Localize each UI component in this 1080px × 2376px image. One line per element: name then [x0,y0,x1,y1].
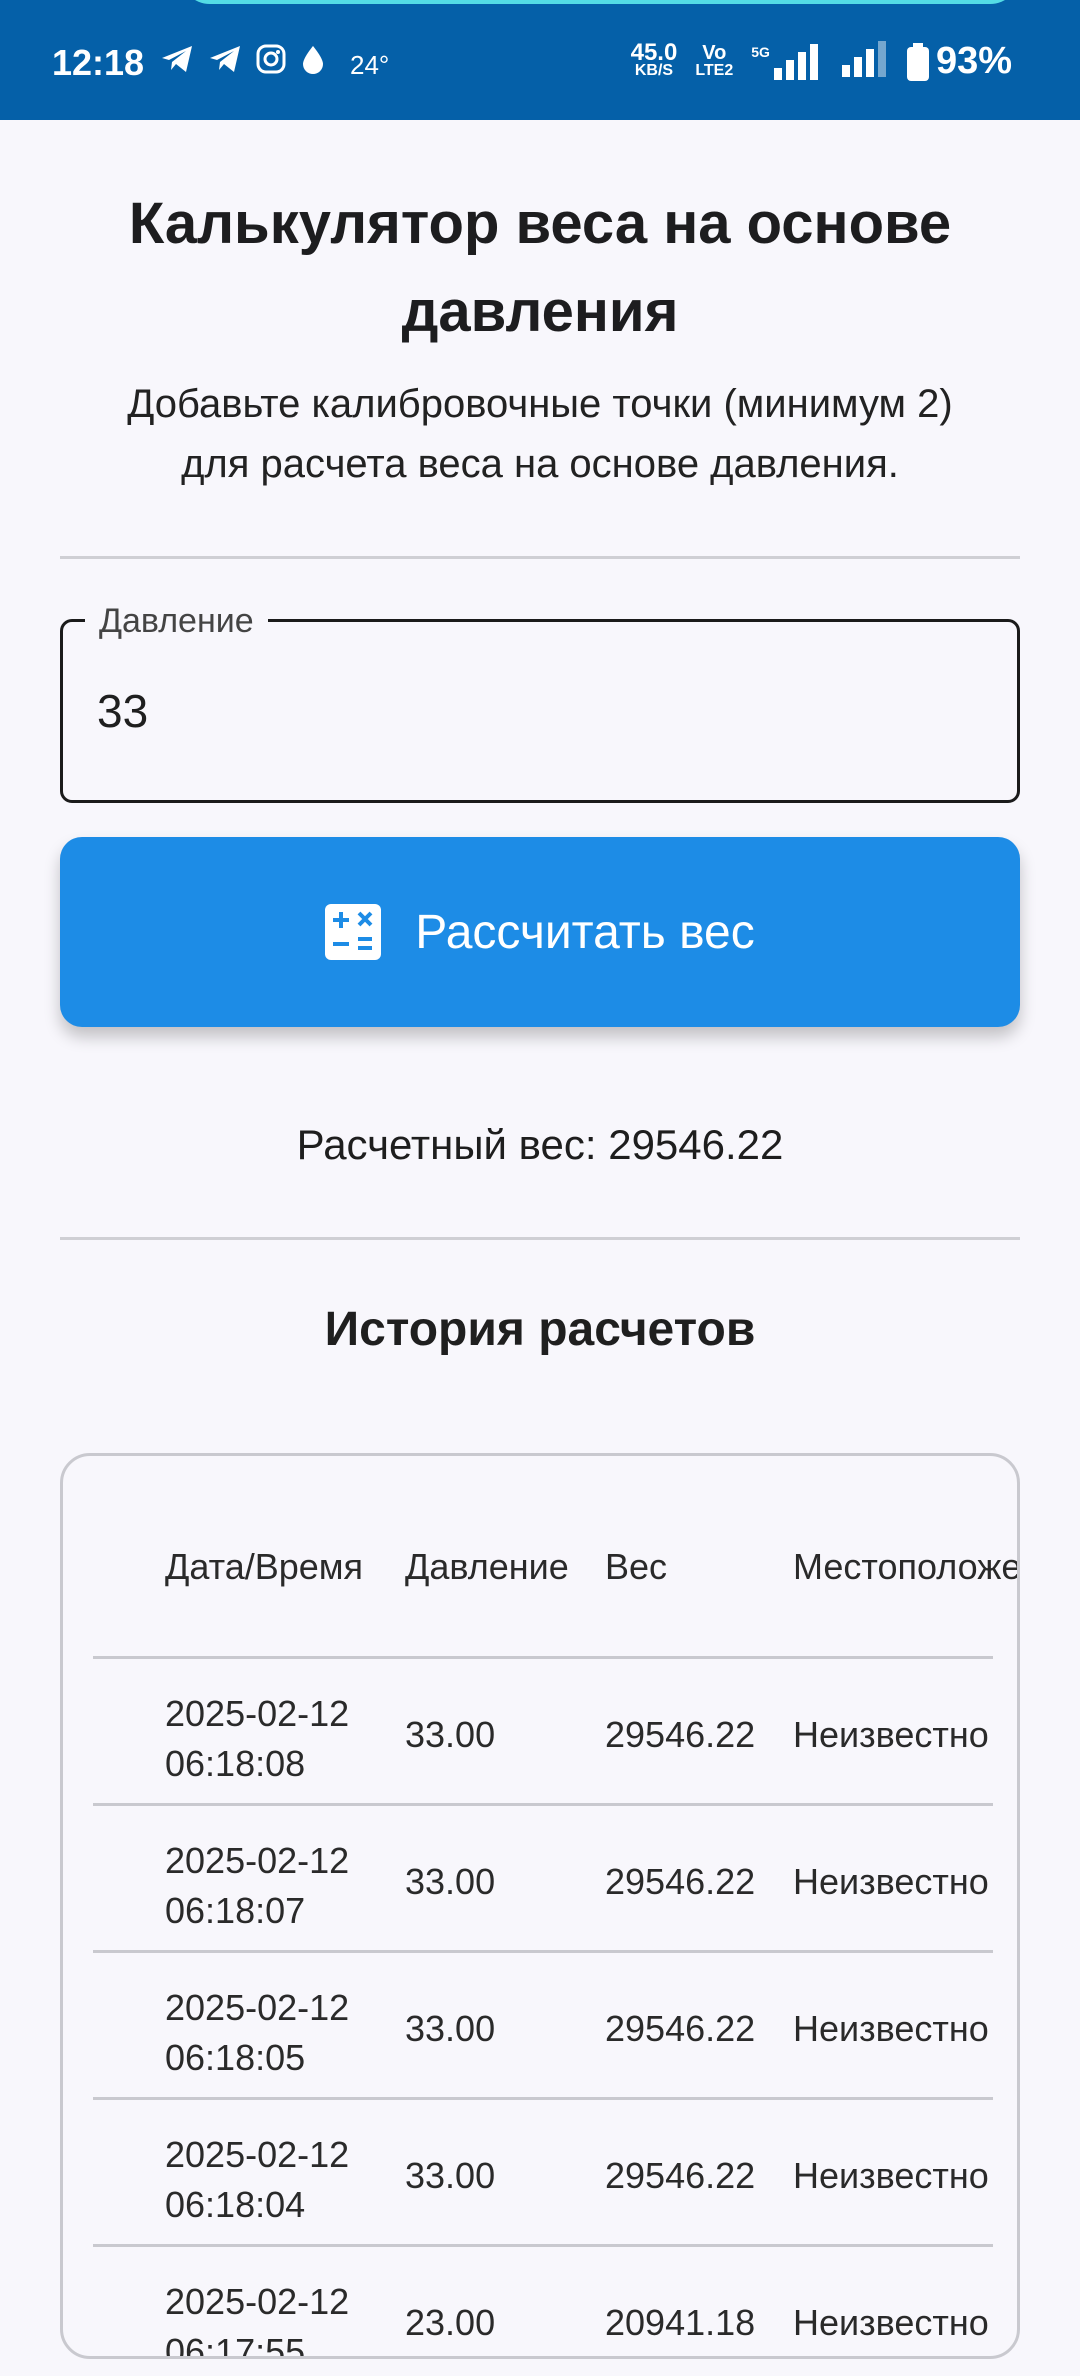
column-header-weight: Вес [605,1546,668,1587]
cell-datetime: 2025-02-12 06:18:08 [165,1689,349,1789]
table-row[interactable]: 2025-02-12 06:18:08 33.00 29546.22 Неизве… [93,1659,993,1806]
cell-date: 2025-02-12 [165,1987,350,2028]
calculator-icon [325,904,382,960]
pressure-input[interactable] [97,684,957,738]
history-table[interactable]: Дата/Время Давление Вес Местоположе 2025… [60,1453,1020,2359]
cell-pressure: 33.00 [405,1861,496,1902]
cell-pressure: 23.00 [405,2302,496,2343]
cell-datetime: 2025-02-12 06:18:04 [165,2130,349,2230]
page-subtitle: Добавьте калибровочные точки (минимум 2)… [60,374,1020,494]
instagram-icon [256,44,286,74]
cell-date: 2025-02-12 [165,2134,350,2175]
status-time: 12:18 [52,42,145,83]
cell-pressure: 33.00 [405,1714,496,1755]
cell-pressure: 33.00 [405,2155,496,2196]
cell-weight: 29546.22 [605,2008,756,2049]
status-temperature: 24° [350,50,390,80]
cell-weight: 29546.22 [605,2155,756,2196]
cell-datetime: 2025-02-12 06:18:05 [165,1983,349,2083]
divider [60,556,1020,559]
status-bar: 12:18 24° 45.0 KB/S Vo LTE2 5G 93% [0,0,1080,120]
calculate-weight-button[interactable]: Рассчитать вес [60,837,1020,1027]
calculate-weight-label: Рассчитать вес [415,905,755,959]
cell-date: 2025-02-12 [165,1840,350,1881]
cell-date: 2025-02-12 [165,1693,350,1734]
page-subtitle-line-2: для расчета веса на основе давления. [181,442,899,486]
cell-weight: 29546.22 [605,1714,756,1755]
history-title: История расчетов [324,1303,756,1356]
signal-icon [841,41,888,82]
pressure-field-label: Давление [85,602,268,641]
volte-bottom: LTE2 [695,61,734,79]
water-drop-icon [300,44,326,74]
cell-location: Неизвестно [793,1861,989,1902]
column-header-pressure: Давление [405,1546,569,1587]
cell-weight: 29546.22 [605,1861,756,1902]
cell-location: Неизвестно [793,1714,989,1755]
table-row[interactable]: 2025-02-12 06:18:07 33.00 29546.22 Неизве… [93,1806,993,1953]
cell-time: 06:18:07 [165,1890,306,1931]
column-header-location: Местоположе [793,1546,1020,1587]
cell-datetime: 2025-02-12 06:17:55 [165,2277,350,2359]
table-row[interactable]: 2025-02-12 06:18:04 33.00 29546.22 Неизве… [93,2100,993,2247]
cell-datetime: 2025-02-12 06:18:07 [165,1836,349,1936]
result-text: Расчетный вес: 29546.22 [296,1121,784,1168]
volte-top: Vo [702,41,727,64]
page-title: Калькулятор веса на основе давления [60,180,1020,356]
telegram-icon [208,44,242,74]
column-header-datetime: Дата/Время [165,1546,364,1587]
table-row[interactable]: 2025-02-12 06:18:05 33.00 29546.22 Неизве… [93,1953,993,2100]
cell-location: Неизвестно [793,2008,989,2049]
page-subtitle-line-1: Добавьте калибровочные точки (минимум 2) [127,382,953,426]
net-speed: 45.0 KB/S [630,38,678,80]
net-speed-value: 45.0 [630,38,678,66]
battery-icon: 93% [906,40,1012,83]
status-pill [180,0,1020,4]
cell-date: 2025-02-12 [165,2281,350,2322]
cell-weight: 20941.18 [605,2302,756,2343]
cell-time: 06:18:05 [165,2037,306,2078]
status-right: 45.0 KB/S Vo LTE2 5G 93% [631,40,1012,83]
net-speed-unit: KB/S [634,61,674,79]
history-table-scroll[interactable]: Дата/Время Давление Вес Местоположе 2025… [93,1456,1017,2359]
notification-icons [160,44,326,74]
network-type: 5G [751,43,770,60]
table-row[interactable]: 2025-02-12 06:17:55 23.00 20941.18 Неизве… [93,2247,993,2359]
page-title-line-1: Калькулятор веса на основе [128,191,952,256]
table-header: Дата/Время Давление Вес Местоположе [93,1456,1017,1659]
telegram-icon [160,44,194,74]
main-content: Калькулятор веса на основе давления Доба… [60,120,1020,2359]
pressure-field[interactable]: Давление [60,602,1020,803]
cell-location: Неизвестно [793,2155,989,2196]
battery-percent: 93% [935,40,1012,82]
divider [60,1237,1020,1240]
cell-time: 06:17:55 [165,2331,306,2359]
cell-time: 06:18:08 [165,1743,306,1784]
cell-time: 06:18:04 [165,2184,306,2225]
cell-location: Неизвестно [793,2302,989,2343]
volte-indicator: Vo LTE2 [695,41,734,80]
cell-pressure: 33.00 [405,2008,496,2049]
signal-icon: 5G [751,43,824,80]
page-title-line-2: давления [401,279,679,344]
